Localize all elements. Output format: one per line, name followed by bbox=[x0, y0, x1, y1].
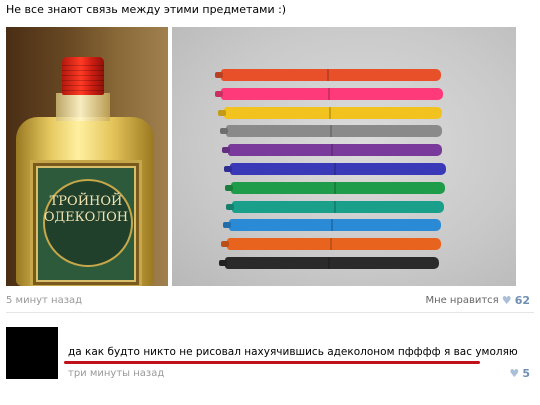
marker bbox=[221, 87, 443, 100]
bottle-cap bbox=[62, 57, 104, 95]
marker bbox=[231, 181, 445, 194]
marker bbox=[230, 163, 446, 175]
heart-icon: ♥ bbox=[501, 294, 512, 307]
marker bbox=[224, 106, 442, 119]
label-line-1: ТРОЙНОЙ bbox=[49, 194, 123, 209]
red-underline bbox=[64, 361, 480, 364]
comment-time[interactable]: три минуты назад bbox=[68, 368, 164, 379]
bottle-neck bbox=[56, 93, 110, 121]
post-time[interactable]: 5 минут назад bbox=[6, 295, 82, 306]
like-count: 62 bbox=[514, 294, 530, 307]
like-label: Мне нравится bbox=[425, 295, 499, 306]
comment-like-count: 5 bbox=[522, 367, 530, 380]
heart-icon: ♥ bbox=[509, 367, 520, 380]
marker bbox=[225, 257, 439, 269]
comment-text: да как будто никто не рисовал нахуячивши… bbox=[68, 346, 518, 358]
marker bbox=[226, 125, 442, 138]
label-line-2: ОДЕКОЛОН bbox=[43, 210, 129, 225]
divider bbox=[6, 312, 534, 313]
post-like-button[interactable]: Мне нравится ♥ 62 bbox=[425, 294, 530, 307]
marker bbox=[221, 69, 441, 81]
marker bbox=[229, 219, 441, 232]
marker bbox=[227, 238, 441, 251]
marker bbox=[232, 200, 444, 213]
bottle-label: ТРОЙНОЙ ОДЕКОЛОН bbox=[30, 160, 142, 286]
marker bbox=[228, 144, 442, 157]
photo-cologne-bottle[interactable]: ТРОЙНОЙ ОДЕКОЛОН bbox=[6, 27, 168, 286]
photo-markers[interactable] bbox=[172, 27, 516, 286]
comment-like-button[interactable]: ♥ 5 bbox=[509, 367, 530, 380]
avatar[interactable] bbox=[6, 327, 58, 379]
post-text: Не все знают связь между этими предметам… bbox=[6, 3, 287, 16]
